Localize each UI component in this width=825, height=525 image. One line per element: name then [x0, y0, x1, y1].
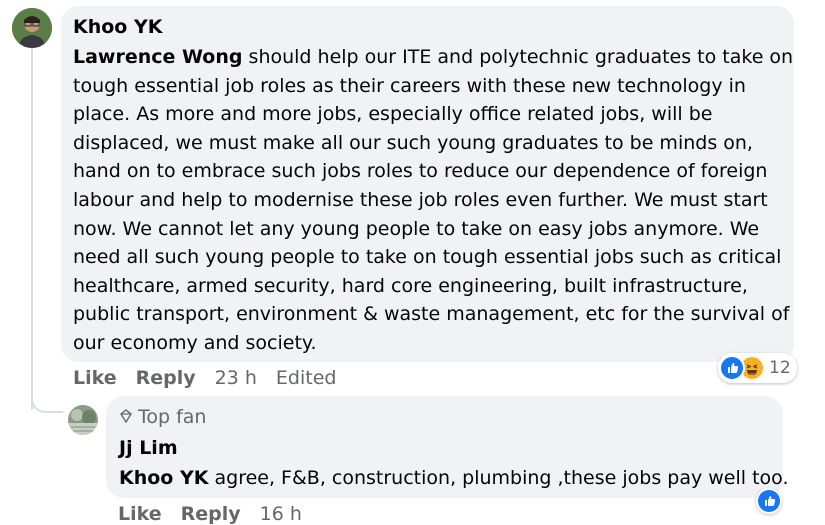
reply-reactions[interactable]: [756, 488, 782, 514]
top-fan-badge-icon: [119, 406, 133, 428]
reaction-count: 12: [769, 358, 791, 378]
comment-actions: Like Reply 23 h Edited: [73, 367, 336, 389]
reply-avatar[interactable]: [68, 405, 98, 435]
comment-line-2: tough essential job roles as their caree…: [73, 74, 746, 97]
thread-connector-curve: [31, 385, 63, 413]
comment-line-4: displaced, we must make all our such you…: [73, 131, 753, 154]
reply-reply-button[interactable]: Reply: [181, 503, 241, 525]
reply-button[interactable]: Reply: [136, 367, 196, 389]
comment-line-7: now. We cannot let any young people to t…: [73, 217, 760, 240]
comment-body: Lawrence Wong should help our ITE and po…: [73, 43, 794, 358]
like-button[interactable]: Like: [73, 367, 117, 389]
comment-line-10: public transport, environment & waste ma…: [73, 303, 790, 326]
comment-line-5: hand on to embrace such jobs roles to re…: [73, 160, 768, 183]
comment-line-6: labour and help to modernise these job r…: [73, 188, 768, 211]
comment-line-11: our economy and society.: [73, 331, 317, 354]
comment-line-1: Lawrence Wong should help our ITE and po…: [73, 46, 794, 68]
reply-author-name[interactable]: Jj Lim: [119, 437, 178, 459]
reply-mention-link[interactable]: Khoo YK: [119, 467, 208, 489]
commenter-avatar[interactable]: [12, 8, 52, 48]
reply-body: Khoo YK agree, F&B, construction, plumbi…: [119, 467, 789, 489]
top-fan-badge[interactable]: Top fan: [119, 406, 206, 428]
reply-bubble: Top fan Jj Lim Khoo YK agree, F&B, const…: [106, 396, 788, 498]
comment-line-8: need all such young people to take on to…: [73, 246, 782, 269]
comment-bubble: Khoo YK Lawrence Wong should help our IT…: [61, 6, 794, 362]
comment-reactions[interactable]: 12: [718, 353, 797, 383]
comment-author-name[interactable]: Khoo YK: [73, 16, 162, 38]
like-reaction-icon: [719, 355, 745, 381]
reply-timestamp[interactable]: 16 h: [260, 503, 302, 525]
mention-link[interactable]: Lawrence Wong: [73, 46, 243, 68]
edited-label[interactable]: Edited: [276, 367, 337, 389]
like-reaction-icon: [758, 490, 780, 512]
comment-line-9: healthcare, armed security, hard core en…: [73, 274, 748, 297]
comment-timestamp[interactable]: 23 h: [215, 367, 257, 389]
comment-line-3: place. As more and more jobs, especially…: [73, 103, 713, 126]
reply-like-button[interactable]: Like: [118, 503, 162, 525]
reply-actions: Like Reply 16 h: [118, 503, 302, 525]
thread-connector: [31, 48, 33, 410]
